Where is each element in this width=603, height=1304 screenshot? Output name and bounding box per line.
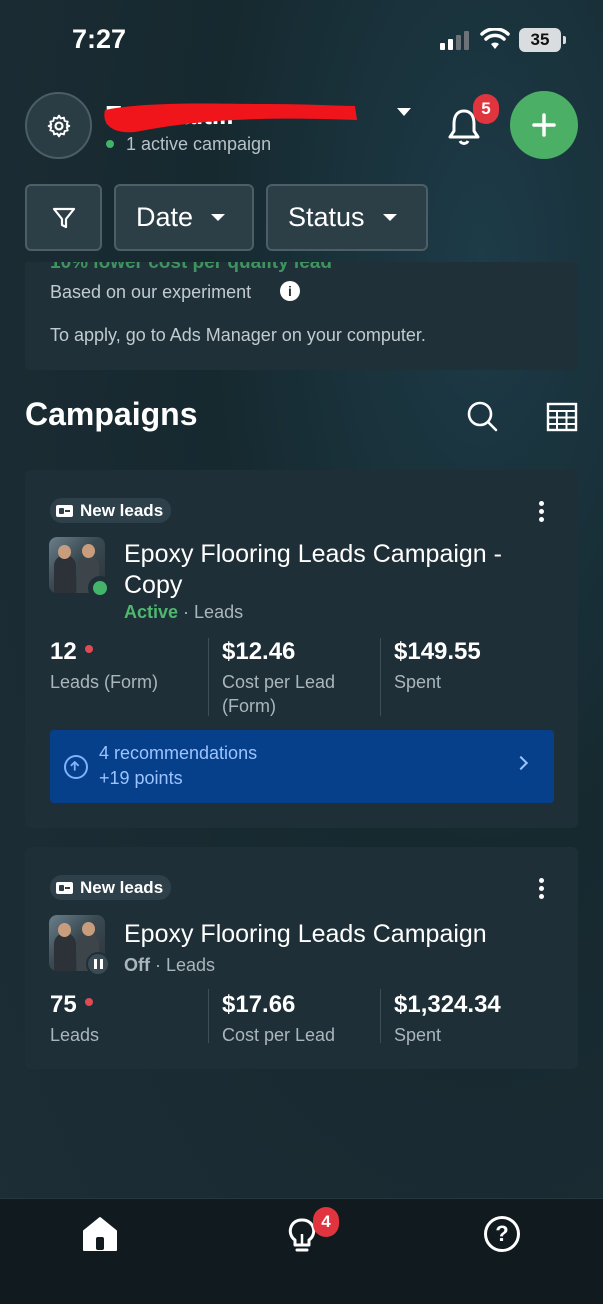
status-filter-dropdown[interactable]: Status	[266, 184, 428, 251]
date-filter-label: Date	[136, 202, 194, 232]
status-filter-label: Status	[288, 202, 365, 232]
metric-cost-per-lead: $12.46 Cost per Lead (Form)	[222, 638, 362, 718]
metric-label: Spent	[394, 1025, 442, 1045]
metric-value: $1,324.34	[394, 991, 501, 1018]
metric-label: Cost per Lead	[222, 1025, 336, 1045]
signal-icon	[440, 30, 472, 50]
date-filter-dropdown[interactable]: Date	[114, 184, 254, 251]
metric-spent: $149.55 Spent	[394, 638, 481, 694]
score-up-icon	[64, 755, 88, 779]
chevron-right-icon	[513, 755, 529, 771]
status-time: 7:27	[72, 24, 127, 54]
recommendations-points: +19 points	[99, 768, 183, 788]
campaign-status: Off	[124, 955, 150, 975]
redaction-mark	[104, 103, 357, 133]
paused-status-icon	[86, 952, 110, 976]
campaign-status: Active	[124, 602, 179, 622]
metric-divider	[208, 638, 209, 716]
recommendations-title: 4 recommendations	[99, 743, 258, 763]
active-status-dot	[106, 140, 114, 148]
lead-form-icon	[56, 504, 73, 517]
new-leads-tag: New leads	[50, 498, 172, 523]
metric-value: $149.55	[394, 638, 481, 665]
separator-dot: ·	[155, 955, 167, 975]
experiment-headline: 10% lower cost per quality lead	[50, 262, 332, 273]
home-icon[interactable]	[80, 1215, 120, 1253]
metric-label: Leads (Form)	[50, 672, 159, 692]
metric-value: $12.46	[222, 638, 296, 665]
account-settings-button[interactable]	[25, 92, 92, 159]
metric-value: 75	[50, 991, 77, 1018]
battery-icon: 35	[519, 28, 566, 52]
campaign-card[interactable]: New leads Epoxy Flooring Leads Campaign …	[25, 470, 578, 828]
metric-cost-per-lead: $17.66 Cost per Lead	[222, 991, 335, 1047]
chevron-down-icon[interactable]	[397, 108, 411, 116]
create-button[interactable]	[510, 91, 578, 159]
metric-label: Cost per Lead (Form)	[222, 672, 336, 716]
campaign-objective: Leads	[166, 955, 216, 975]
campaign-status-line: Off · Leads	[124, 955, 215, 976]
wifi-icon	[480, 28, 510, 49]
status-bar: 7:27 35	[0, 0, 603, 80]
experiment-card: 10% lower cost per quality lead Based on…	[25, 262, 578, 370]
separator-dot: ·	[183, 602, 195, 622]
tag-label: New leads	[80, 500, 164, 520]
active-status-icon	[88, 576, 112, 600]
lead-form-icon	[56, 881, 73, 894]
campaign-card[interactable]: New leads Epoxy Flooring Leads Campaign …	[25, 847, 578, 1069]
new-indicator-dot	[84, 998, 93, 1006]
metric-value: 12	[50, 638, 77, 665]
bottom-navigation: 4 ?	[0, 1198, 603, 1304]
filter-button[interactable]	[25, 184, 102, 251]
plus-icon	[532, 113, 556, 137]
notification-badge: 5	[473, 94, 499, 124]
more-options-icon[interactable]	[539, 878, 545, 900]
section-title: Campaigns	[25, 396, 198, 432]
table-view-icon[interactable]	[546, 402, 578, 432]
metric-leads: 12 Leads (Form)	[50, 638, 158, 694]
metric-label: Leads	[50, 1025, 100, 1045]
experiment-basis-text: Based on our experiment	[50, 282, 252, 302]
chevron-down-icon	[211, 214, 226, 221]
tips-badge: 4	[313, 1207, 339, 1237]
metric-value: $17.66	[222, 991, 296, 1018]
gear-icon	[47, 114, 70, 137]
campaign-objective: Leads	[194, 602, 244, 622]
metric-spent: $1,324.34 Spent	[394, 991, 501, 1047]
chevron-down-icon	[382, 214, 397, 221]
campaign-name[interactable]: Epoxy Flooring Leads Campaign	[124, 919, 544, 950]
more-options-icon[interactable]	[539, 501, 545, 523]
search-icon[interactable]	[466, 400, 498, 432]
campaign-name[interactable]: Epoxy Flooring Leads Campaign - Copy	[124, 539, 544, 601]
recommendations-banner[interactable]: 4 recommendations +19 points	[50, 730, 554, 803]
funnel-icon	[52, 207, 75, 228]
metric-divider	[380, 638, 381, 716]
metric-leads: 75 Leads	[50, 991, 99, 1047]
new-indicator-dot	[84, 645, 93, 653]
help-icon[interactable]: ?	[484, 1216, 520, 1252]
metric-divider	[380, 989, 381, 1043]
experiment-apply-text: To apply, go to Ads Manager on your comp…	[50, 325, 426, 345]
campaign-status-line: Active · Leads	[124, 602, 243, 623]
metric-label: Spent	[394, 672, 442, 692]
metric-divider	[208, 989, 209, 1043]
new-leads-tag: New leads	[50, 875, 172, 900]
active-campaign-count: 1 active campaign	[126, 134, 272, 154]
info-icon[interactable]: i	[280, 281, 300, 301]
tag-label: New leads	[80, 877, 164, 897]
